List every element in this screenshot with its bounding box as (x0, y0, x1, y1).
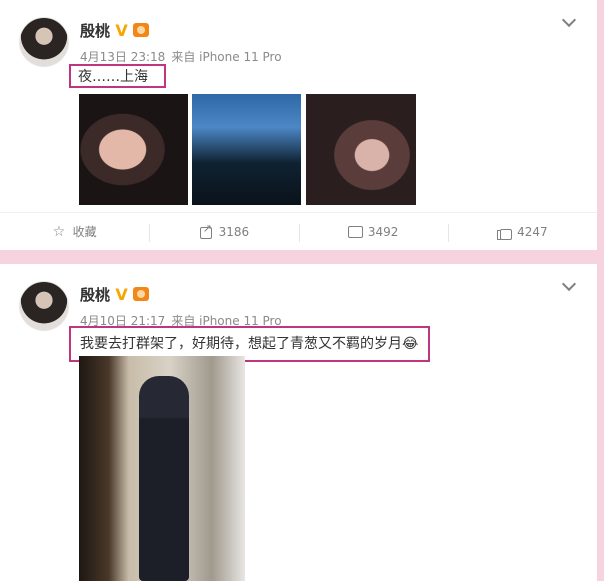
vip-icon (133, 287, 150, 301)
post-source: 来自 iPhone 11 Pro (171, 50, 282, 64)
avatar[interactable] (19, 281, 69, 331)
comment-icon (347, 225, 363, 239)
collect-label: 收藏 (72, 225, 97, 239)
chevron-down-icon[interactable] (559, 277, 579, 297)
post-meta: 4月13日 23:18 来自 iPhone 11 Pro (80, 48, 282, 65)
author-row: 殷桃 V (80, 18, 150, 42)
thumb-up-icon (497, 225, 513, 240)
like-count: 4247 (517, 224, 548, 239)
verified-icon: V (115, 284, 128, 304)
comment-count: 3492 (367, 224, 399, 239)
star-icon (53, 225, 67, 239)
repost-button[interactable]: 3186 (149, 213, 298, 250)
chevron-down-icon[interactable] (559, 13, 579, 33)
share-icon (199, 222, 213, 239)
post-image[interactable] (79, 356, 245, 581)
weibo-post-card: 殷桃 V 4月13日 23:18 来自 iPhone 11 Pro 夜……上海 … (0, 0, 597, 250)
comment-button[interactable]: 3492 (298, 213, 448, 250)
verified-icon: V (115, 20, 128, 40)
author-name[interactable]: 殷桃 (80, 284, 110, 305)
collect-button[interactable]: 收藏 (0, 213, 149, 250)
post-time[interactable]: 4月13日 23:18 (80, 48, 165, 65)
action-bar: 收藏 3186 3492 4247 (0, 212, 597, 250)
post-image[interactable] (192, 94, 301, 205)
repost-count: 3186 (218, 224, 250, 239)
vip-icon (133, 23, 150, 37)
avatar[interactable] (19, 17, 69, 67)
author-name[interactable]: 殷桃 (80, 20, 110, 41)
post-image[interactable] (79, 94, 188, 205)
post-image[interactable] (306, 94, 416, 205)
author-row: 殷桃 V (80, 282, 150, 306)
like-button[interactable]: 4247 (447, 213, 597, 250)
post-text: 夜……上海 (69, 64, 166, 88)
weibo-post-card: 殷桃 V 4月10日 21:17 来自 iPhone 11 Pro 我要去打群架… (0, 264, 597, 581)
